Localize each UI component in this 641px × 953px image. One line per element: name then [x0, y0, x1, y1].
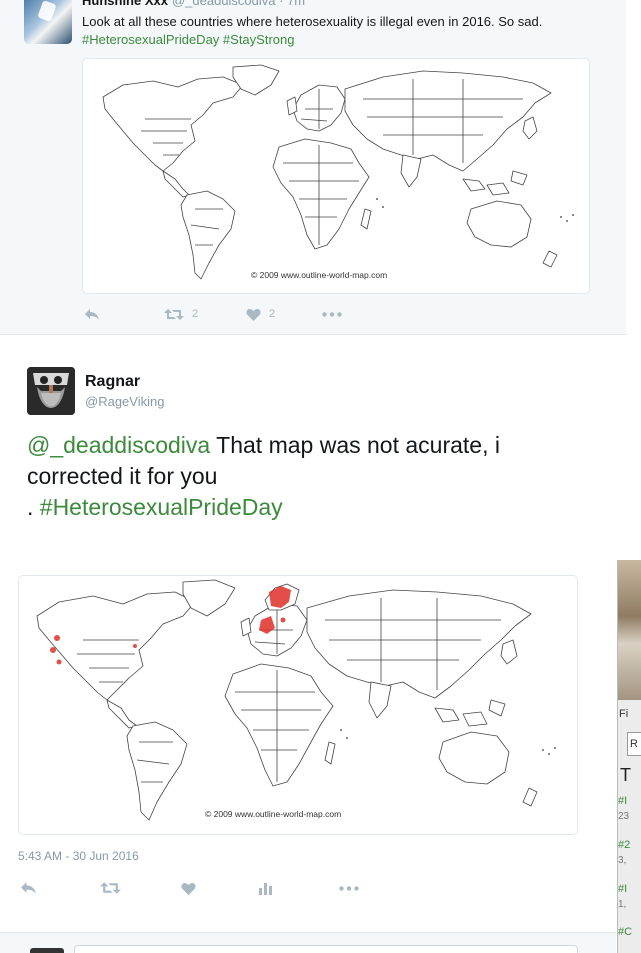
like-button[interactable]	[181, 879, 196, 897]
tweet-body-line3: .	[27, 494, 40, 520]
more-icon	[339, 885, 359, 891]
retweet-button[interactable]: 2	[164, 305, 198, 323]
more-icon	[322, 311, 342, 317]
side-hashtag[interactable]: #I	[618, 795, 627, 807]
tweet-body: Look at all these countries where hetero…	[82, 14, 543, 29]
side-hashtag[interactable]: #2	[618, 839, 630, 851]
like-button[interactable]: 2	[246, 305, 275, 323]
analytics-button[interactable]	[259, 879, 272, 897]
avatar[interactable]	[24, 0, 72, 44]
tweet-body-line2: corrected it for you	[27, 463, 218, 489]
retweet-icon	[164, 308, 184, 320]
more-button[interactable]	[322, 305, 342, 323]
world-map	[36, 579, 556, 821]
world-map	[102, 64, 574, 280]
reply-button[interactable]	[84, 305, 100, 323]
side-image	[618, 560, 641, 700]
retweet-icon	[100, 882, 121, 894]
hashtag-link[interactable]: #HeterosexualPrideDay	[40, 494, 283, 520]
like-count: 2	[269, 308, 276, 320]
side-text: Fi	[619, 708, 629, 720]
hashtag-link[interactable]: #StayStrong	[223, 32, 295, 47]
hashtag-link[interactable]: #HeterosexualPrideDay	[82, 32, 219, 47]
world-map-image[interactable]: © 2009 www.outline-world-map.com	[18, 575, 578, 835]
analytics-icon	[259, 882, 272, 895]
side-count: 23	[618, 811, 630, 822]
user-name[interactable]: Hunshine Xxx	[82, 0, 168, 8]
twitter-page: Hunshine Xxx @_deaddiscodiva · 7m Look at…	[0, 0, 641, 953]
heart-icon	[246, 308, 261, 321]
quoted-tweet[interactable]: Hunshine Xxx @_deaddiscodiva · 7m Look at…	[0, 0, 626, 335]
side-count: 1,	[618, 899, 627, 910]
tweet-header: Hunshine Xxx @_deaddiscodiva · 7m	[82, 0, 305, 8]
retweet-count: 2	[192, 308, 199, 320]
side-hashtag[interactable]: #I	[618, 883, 627, 895]
map-credit: © 2009 www.outline-world-map.com	[251, 270, 388, 280]
heart-icon	[181, 882, 196, 895]
tweet-body-line1: That map was not acurate, i	[210, 432, 500, 458]
tweet-text: @_deaddiscodiva That map was not acurate…	[27, 430, 597, 523]
user-name[interactable]: Ragnar	[85, 373, 140, 391]
user-handle[interactable]: @RageViking	[85, 394, 164, 409]
retweet-button[interactable]	[100, 879, 121, 897]
side-heading: T	[620, 765, 631, 785]
viking-avatar-image	[27, 367, 75, 415]
world-map-image[interactable]: © 2009 www.outline-world-map.com	[82, 58, 590, 294]
map-credit: © 2009 www.outline-world-map.com	[205, 809, 342, 819]
tweet-actions	[18, 879, 378, 899]
side-panel: Fi R T #I 23 #2 3, #I 1, #C	[617, 560, 641, 953]
reply-icon	[21, 882, 36, 894]
side-text: R	[630, 738, 638, 750]
more-button[interactable]	[339, 879, 359, 897]
tweet-text: Look at all these countries where hetero…	[82, 13, 612, 49]
reply-icon	[85, 308, 99, 320]
reply-button[interactable]	[20, 879, 37, 897]
tweet-actions: 2 2	[82, 305, 382, 323]
tweet-timestamp[interactable]: 5:43 AM - 30 Jun 2016	[18, 849, 139, 863]
user-handle[interactable]: @_deaddiscodiva · 7m	[172, 0, 305, 8]
mention-link[interactable]: @_deaddiscodiva	[27, 432, 210, 458]
side-count: 3,	[618, 855, 627, 866]
avatar[interactable]	[27, 367, 75, 415]
avatar	[30, 948, 64, 953]
reply-input[interactable]	[74, 945, 578, 953]
side-hashtag[interactable]: #C	[618, 926, 632, 938]
